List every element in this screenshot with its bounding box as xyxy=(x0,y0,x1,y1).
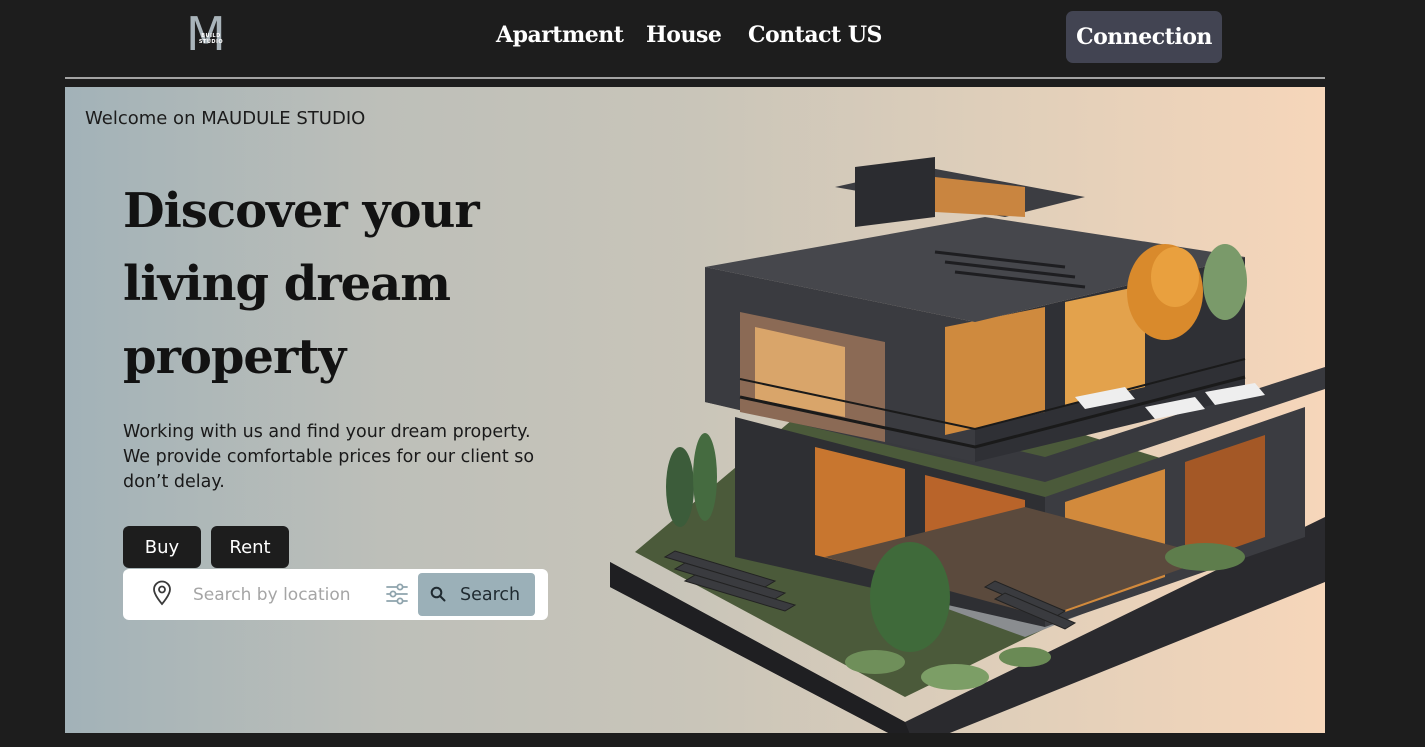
hero-section: Welcome on MAUDULE STUDIO Discover your … xyxy=(65,87,1325,733)
sliders-icon[interactable] xyxy=(385,582,409,606)
logo-subtitle: BUILD STUDIO xyxy=(198,33,224,45)
brand-logo[interactable]: M BUILD STUDIO xyxy=(186,11,236,57)
hero-description: Working with us and find your dream prop… xyxy=(123,420,563,495)
location-pin-icon xyxy=(153,580,171,606)
description-line: Working with us and find your dream prop… xyxy=(123,422,531,442)
headline-line: living dream xyxy=(123,256,451,312)
search-icon xyxy=(430,586,446,602)
buy-button[interactable]: Buy xyxy=(123,526,201,568)
header-divider xyxy=(65,77,1325,79)
headline-line: Discover your xyxy=(123,183,480,239)
search-location-input[interactable] xyxy=(193,579,375,611)
nav-contact-us[interactable]: Contact US xyxy=(748,22,882,48)
rent-button[interactable]: Rent xyxy=(211,526,289,568)
nav-apartment[interactable]: Apartment xyxy=(496,22,624,48)
search-button[interactable]: Search xyxy=(418,573,535,616)
hero-headline: Discover your living dream property xyxy=(123,175,583,394)
nav-house[interactable]: House xyxy=(646,22,722,48)
search-button-label: Search xyxy=(460,584,521,605)
connection-button[interactable]: Connection xyxy=(1066,11,1222,63)
description-line: We provide comfortable prices for our cl… xyxy=(123,447,535,467)
description-line: don’t delay. xyxy=(123,472,225,492)
welcome-text: Welcome on MAUDULE STUDIO xyxy=(85,108,366,129)
headline-line: property xyxy=(123,329,346,385)
house-illustration xyxy=(610,157,1325,733)
search-bar: Search xyxy=(123,569,548,620)
